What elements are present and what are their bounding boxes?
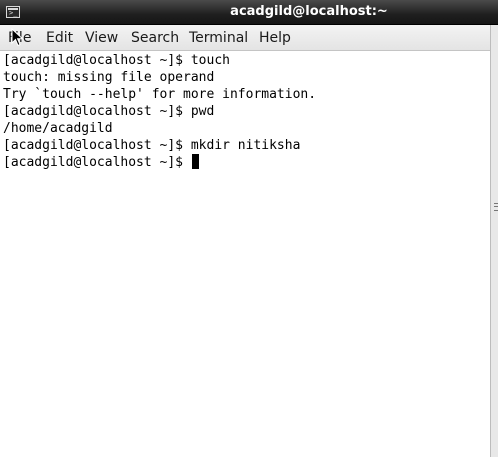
terminal-line: /home/acadgild [3, 121, 113, 136]
window-title: acadgild@localhost:~ [230, 4, 388, 19]
terminal-line: touch: missing file operand [3, 70, 215, 85]
terminal-line: [acadgild@localhost ~]$ mkdir nitiksha [3, 138, 301, 153]
terminal-cursor [191, 154, 199, 169]
terminal-line: [acadgild@localhost ~]$ pwd [3, 104, 215, 119]
scrollbar[interactable] [490, 25, 498, 457]
terminal-line: [acadgild@localhost ~]$ touch [3, 53, 230, 68]
menu-edit[interactable]: Edit [46, 30, 73, 46]
terminal-line: Try `touch --help' for more information. [3, 87, 317, 102]
menu-bar: File Edit View Search Terminal Help [0, 25, 492, 51]
terminal-output[interactable]: [acadgild@localhost ~]$ touch touch: mis… [0, 52, 490, 457]
menu-search[interactable]: Search [131, 30, 179, 46]
menu-view[interactable]: View [85, 30, 118, 46]
mouse-pointer-icon [11, 28, 24, 47]
terminal-prompt-line: [acadgild@localhost ~]$ [3, 154, 199, 171]
menu-terminal[interactable]: Terminal [189, 30, 248, 46]
window-titlebar[interactable]: >_ acadgild@localhost:~ [0, 0, 498, 25]
terminal-prompt: [acadgild@localhost ~]$ [3, 155, 191, 170]
menu-help[interactable]: Help [259, 30, 291, 46]
scrollbar-grip-icon[interactable] [494, 203, 498, 211]
